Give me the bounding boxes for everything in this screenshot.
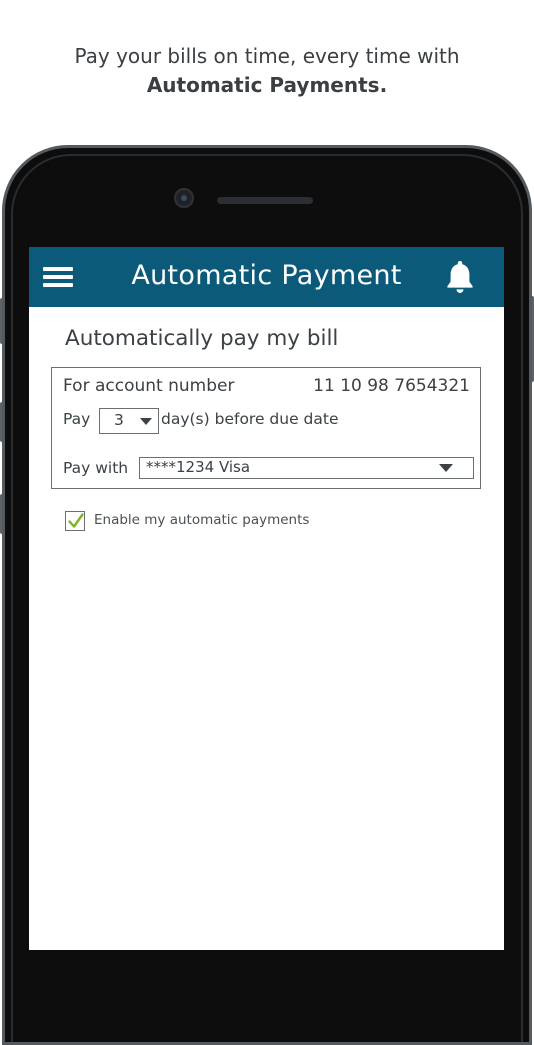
- days-before-value: 3: [114, 411, 124, 429]
- front-camera-icon: [174, 188, 194, 208]
- autopay-panel: For account number 11 10 98 7654321 Pay …: [51, 367, 481, 489]
- app-bar: Automatic Payment: [29, 247, 504, 307]
- bell-icon[interactable]: [443, 259, 477, 295]
- enable-autopay-label: Enable my automatic payments: [94, 512, 310, 528]
- promo-line-2: Automatic Payments.: [146, 73, 388, 97]
- app-bar-title: Automatic Payment: [131, 260, 402, 291]
- section-title: Automatically pay my bill: [65, 326, 339, 351]
- account-number-value: 11 10 98 7654321: [313, 376, 470, 396]
- account-number-label: For account number: [63, 376, 235, 396]
- payment-method-select[interactable]: ****1234 Visa: [139, 457, 474, 479]
- chevron-down-icon: [439, 464, 453, 472]
- days-before-suffix: day(s) before due date: [161, 410, 339, 428]
- pay-with-label: Pay with: [63, 459, 129, 477]
- payment-method-value: ****1234 Visa: [146, 458, 251, 476]
- earpiece-speaker: [217, 197, 313, 204]
- phone-screen: Automatic Payment Automatically pay my b…: [29, 247, 504, 950]
- promo-text: Pay your bills on time, every time with …: [0, 42, 534, 100]
- days-before-select[interactable]: 3: [99, 408, 159, 434]
- enable-autopay-checkbox[interactable]: [65, 511, 85, 531]
- promo-line-1: Pay your bills on time, every time with: [74, 44, 460, 68]
- pay-label: Pay: [63, 410, 91, 428]
- checkmark-icon: [68, 513, 84, 528]
- chevron-down-icon: [140, 418, 152, 425]
